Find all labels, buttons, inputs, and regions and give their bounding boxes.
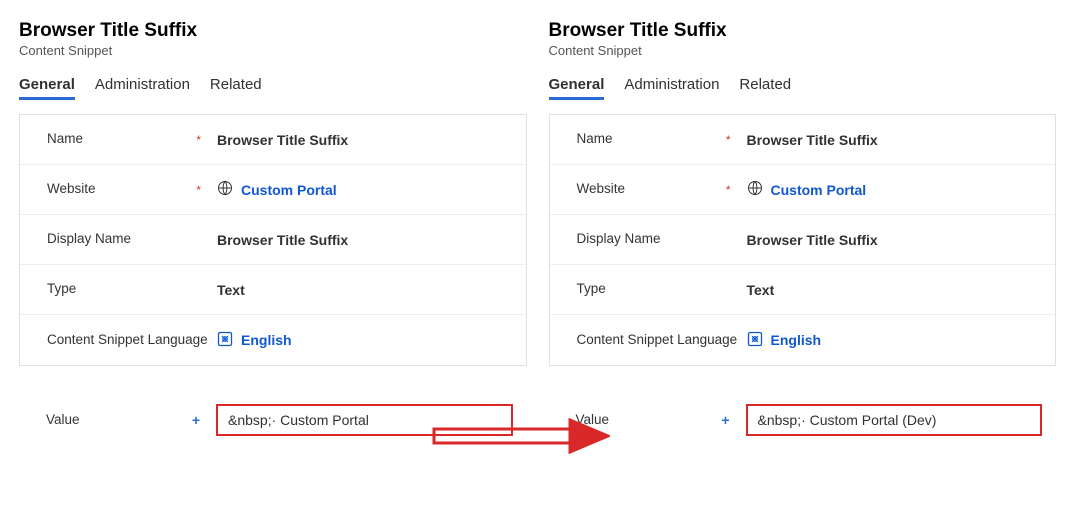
website-link-text: Custom Portal: [241, 182, 337, 198]
required-marker: *: [726, 133, 731, 148]
field-row-value: Value + &nbsp;· Custom Portal (Dev): [549, 404, 1057, 436]
csl-link-text: English: [241, 332, 292, 348]
field-row-name: Name * Browser Title Suffix: [20, 115, 526, 165]
right-panel: Browser Title Suffix Content Snippet Gen…: [539, 0, 1068, 509]
language-icon: [747, 331, 763, 350]
field-value-website[interactable]: Custom Portal: [747, 180, 1042, 199]
field-value-type[interactable]: Text: [747, 282, 1042, 298]
page-title: Browser Title Suffix: [19, 20, 527, 42]
required-marker: *: [726, 183, 731, 198]
field-label-type: Type: [577, 281, 747, 298]
csl-link-text: English: [771, 332, 822, 348]
field-label-name: Name *: [47, 131, 217, 148]
tabs: General Administration Related: [549, 76, 1057, 100]
tab-related[interactable]: Related: [739, 76, 791, 100]
field-label-display-name: Display Name: [47, 231, 217, 248]
field-row-website: Website * Custom Portal: [20, 165, 526, 215]
entity-type-label: Content Snippet: [549, 43, 1057, 58]
value-section: Value + &nbsp;· Custom Portal (Dev): [549, 404, 1057, 436]
field-value-display-name[interactable]: Browser Title Suffix: [217, 232, 512, 248]
required-marker: *: [196, 133, 201, 148]
general-form: Name * Browser Title Suffix Website *: [549, 114, 1057, 366]
website-link-text: Custom Portal: [771, 182, 867, 198]
language-icon: [217, 331, 233, 350]
field-label-type: Type: [47, 281, 217, 298]
field-row-name: Name * Browser Title Suffix: [550, 115, 1056, 165]
entity-type-label: Content Snippet: [19, 43, 527, 58]
field-value-name[interactable]: Browser Title Suffix: [217, 132, 512, 148]
field-row-display-name: Display Name Browser Title Suffix: [550, 215, 1056, 265]
field-row-website: Website * Custom Portal: [550, 165, 1056, 215]
field-value-type[interactable]: Text: [217, 282, 512, 298]
field-row-display-name: Display Name Browser Title Suffix: [20, 215, 526, 265]
plus-marker: +: [721, 412, 729, 430]
field-label-csl: Content Snippet Language: [577, 332, 747, 349]
field-row-content-snippet-language: Content Snippet Language English: [550, 315, 1056, 365]
field-label-website: Website *: [577, 181, 747, 198]
tabs: General Administration Related: [19, 76, 527, 100]
page-title: Browser Title Suffix: [549, 20, 1057, 42]
field-label-csl: Content Snippet Language: [47, 332, 217, 349]
globe-icon: [747, 180, 763, 199]
field-row-type: Type Text: [550, 265, 1056, 315]
required-marker: *: [196, 183, 201, 198]
tab-administration[interactable]: Administration: [95, 76, 190, 100]
field-label-website: Website *: [47, 181, 217, 198]
field-label-name: Name *: [577, 131, 747, 148]
tab-related[interactable]: Related: [210, 76, 262, 100]
tab-general[interactable]: General: [549, 76, 605, 100]
field-label-value: Value +: [46, 412, 216, 429]
field-value-csl[interactable]: English: [747, 331, 1042, 350]
field-value-display-name[interactable]: Browser Title Suffix: [747, 232, 1042, 248]
general-form: Name * Browser Title Suffix Website *: [19, 114, 527, 366]
tab-administration[interactable]: Administration: [624, 76, 719, 100]
field-value-website[interactable]: Custom Portal: [217, 180, 512, 199]
arrow-icon: [430, 418, 610, 454]
plus-marker: +: [192, 412, 200, 430]
field-value-name[interactable]: Browser Title Suffix: [747, 132, 1042, 148]
field-row-type: Type Text: [20, 265, 526, 315]
field-value-csl[interactable]: English: [217, 331, 512, 350]
tab-general[interactable]: General: [19, 76, 75, 100]
field-row-content-snippet-language: Content Snippet Language English: [20, 315, 526, 365]
field-label-display-name: Display Name: [577, 231, 747, 248]
globe-icon: [217, 180, 233, 199]
value-input[interactable]: &nbsp;· Custom Portal (Dev): [746, 404, 1043, 436]
